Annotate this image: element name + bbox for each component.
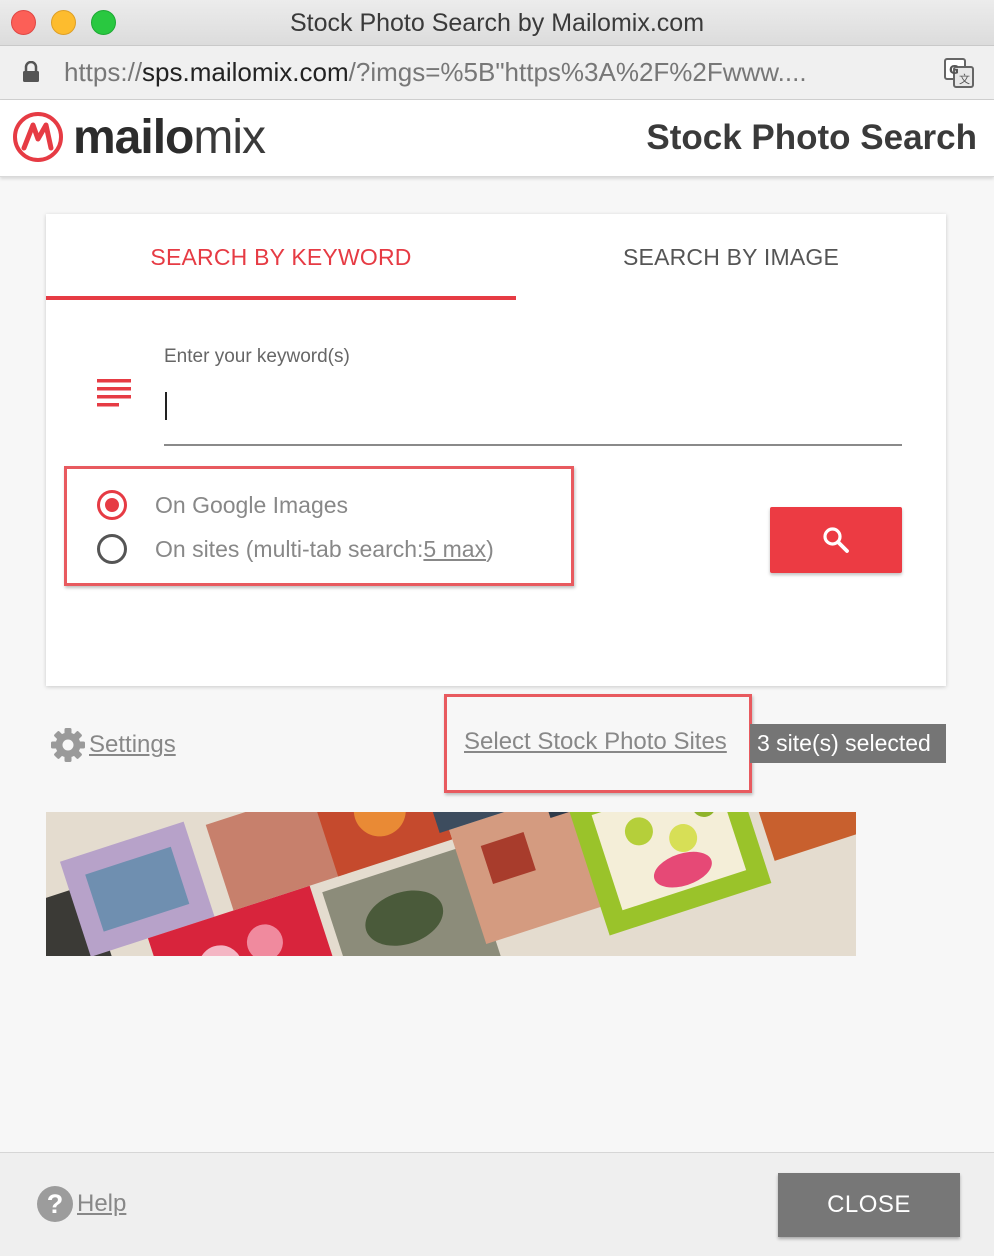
settings-link[interactable]: Settings	[49, 726, 176, 764]
url-prefix: https://	[64, 57, 143, 87]
window-titlebar: Stock Photo Search by Mailomix.com	[0, 0, 994, 46]
svg-text:文: 文	[959, 72, 970, 86]
keyword-field-label: Enter your keyword(s)	[164, 346, 350, 367]
option-google-images[interactable]: On Google Images	[97, 487, 348, 523]
window-title: Stock Photo Search by Mailomix.com	[289, 9, 705, 37]
page-title: Stock Photo Search	[646, 118, 977, 157]
search-source-options: On Google Images On sites (multi-tab sea…	[64, 466, 574, 586]
settings-label: Settings	[89, 731, 176, 758]
logo-bold: mailo	[73, 111, 194, 164]
select-stock-photo-sites-link[interactable]: Select Stock Photo Sites	[464, 728, 727, 756]
tab-search-by-image[interactable]: SEARCH BY IMAGE	[516, 214, 946, 300]
help-icon: ?	[37, 1186, 73, 1222]
svg-text:G: G	[949, 63, 959, 77]
option-google-images-label: On Google Images	[155, 491, 349, 518]
mailomix-logo-icon	[13, 112, 63, 162]
keyword-input[interactable]	[164, 384, 902, 446]
search-icon	[823, 527, 849, 553]
help-label: Help	[77, 1190, 127, 1217]
option-on-sites-prefix: On sites (multi-tab search:	[155, 535, 424, 562]
gear-icon	[51, 728, 85, 762]
logo-light: mix	[193, 111, 266, 164]
radio-on-sites[interactable]	[97, 534, 127, 564]
text-cursor	[165, 392, 167, 420]
translate-icon[interactable]: G 文	[944, 58, 974, 88]
lock-icon	[23, 61, 39, 82]
option-on-sites-suffix: )	[486, 535, 494, 562]
search-button[interactable]	[770, 507, 902, 573]
sites-selected-badge: 3 site(s) selected	[750, 724, 946, 763]
option-on-sites[interactable]: On sites (multi-tab search: 5 max)	[97, 531, 494, 567]
search-card: SEARCH BY KEYWORD SEARCH BY IMAGE Enter …	[46, 214, 946, 686]
url-rest: /?imgs=%5B"https%3A%2F%2Fwww....	[348, 57, 807, 87]
url-text[interactable]: https://sps.mailomix.com/?imgs=%5B"https…	[64, 57, 807, 88]
url-host: sps.mailomix.com	[142, 57, 349, 87]
close-button[interactable]: CLOSE	[778, 1173, 960, 1237]
url-bar: https://sps.mailomix.com/?imgs=%5B"https…	[0, 46, 994, 100]
keyword-list-icon	[97, 379, 131, 407]
five-max-link[interactable]: 5 max	[423, 536, 486, 563]
logo-wordmark: mailomix	[73, 110, 266, 165]
stock-photos-banner-image	[46, 812, 856, 956]
tab-search-by-keyword[interactable]: SEARCH BY KEYWORD	[46, 214, 516, 300]
help-link[interactable]: ? Help	[37, 1186, 126, 1222]
dialog-footer: ? Help CLOSE	[0, 1152, 994, 1256]
radio-google-images[interactable]	[97, 490, 127, 520]
app-header: mailomix Stock Photo Search	[0, 100, 994, 177]
